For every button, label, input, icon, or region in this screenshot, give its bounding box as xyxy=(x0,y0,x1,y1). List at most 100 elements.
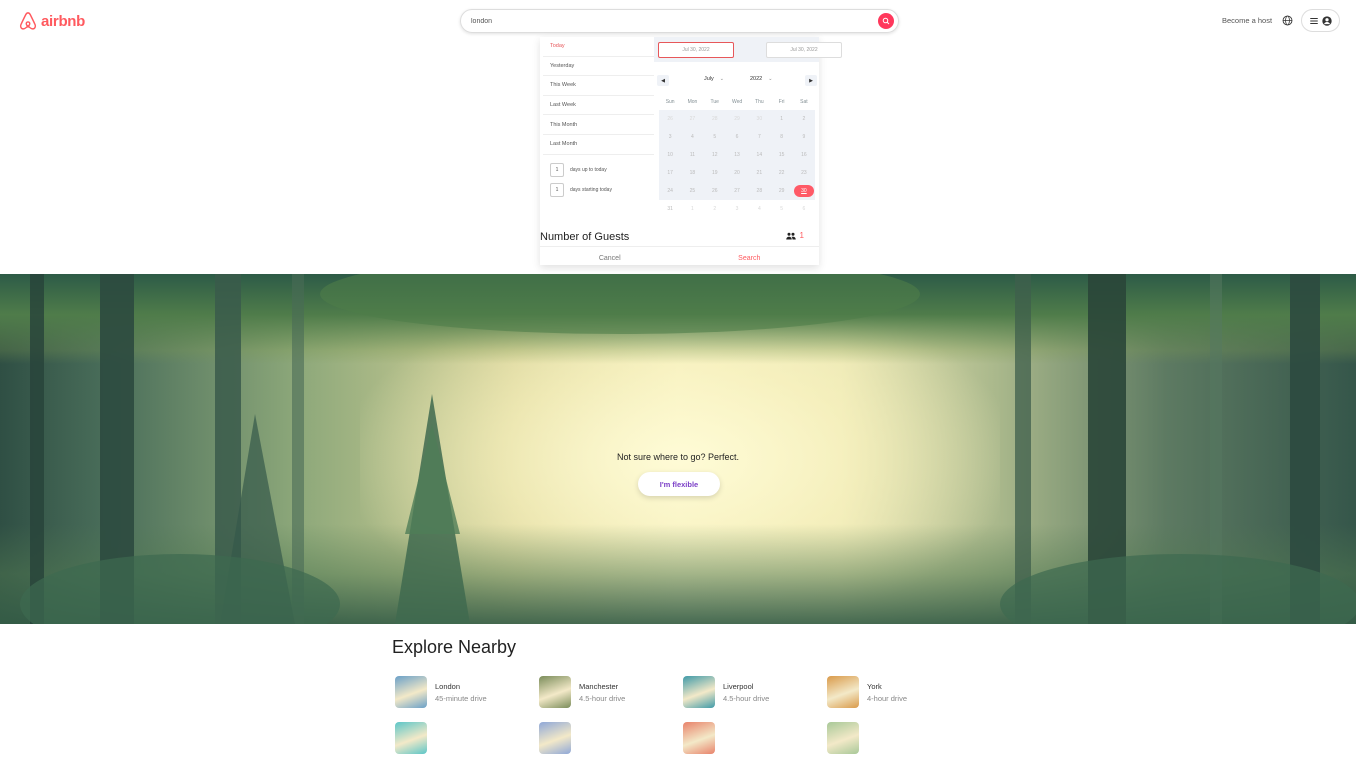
date-range-option[interactable]: This Week xyxy=(543,76,654,96)
calendar-day[interactable]: 3 xyxy=(726,200,748,218)
date-range-option[interactable]: This Month xyxy=(543,115,654,135)
calendar-day-number: 2 xyxy=(802,116,806,122)
search-button[interactable] xyxy=(878,13,894,29)
calendar-day[interactable]: 28 xyxy=(703,110,726,128)
search-input[interactable] xyxy=(471,17,861,25)
search-submit-button[interactable]: Search xyxy=(680,247,820,265)
calendar-day[interactable]: 5 xyxy=(770,200,792,218)
user-menu-button[interactable] xyxy=(1301,9,1340,32)
calendar-day[interactable]: 19 xyxy=(703,164,726,182)
destination-name: York xyxy=(867,682,882,691)
weekday-label: Mon xyxy=(687,99,698,105)
calendar-day[interactable]: 1 xyxy=(681,200,703,218)
calendar-day[interactable]: 11 xyxy=(681,146,704,164)
calendar-day[interactable]: 22 xyxy=(770,164,793,182)
calendar-day[interactable]: 23 xyxy=(792,164,816,182)
start-date-field[interactable]: Jul 30, 2022 xyxy=(658,42,734,58)
weekday-label: Tue xyxy=(710,99,719,105)
calendar-day-number: 23 xyxy=(801,170,807,176)
caret-right-icon: ▶ xyxy=(809,77,813,84)
days-range-input-row: 1 days up to today xyxy=(550,160,654,180)
im-flexible-button[interactable]: I'm flexible xyxy=(638,472,720,496)
calendar-day[interactable]: 4 xyxy=(681,128,704,146)
calendar-day[interactable]: 14 xyxy=(748,146,771,164)
calendar-day[interactable]: 3 xyxy=(659,128,682,146)
calendar-day[interactable]: 28 xyxy=(748,182,771,200)
chevron-down-icon: ⌄ xyxy=(768,76,773,82)
end-date-field[interactable]: Jul 30, 2022 xyxy=(766,42,842,58)
calendar-day[interactable]: 20 xyxy=(725,164,749,182)
calendar-day-number: 7 xyxy=(757,134,761,140)
nearby-destination[interactable]: Liverpool 4.5-hour drive xyxy=(683,676,827,722)
calendar-day[interactable]: 4 xyxy=(748,200,770,218)
calendar-day-number: 25 xyxy=(689,188,696,194)
explore-nearby-title: Explore Nearby xyxy=(392,637,517,657)
calendar-day[interactable]: 6 xyxy=(793,200,815,218)
become-host-link[interactable]: Become a host xyxy=(1222,16,1272,25)
days-count-input[interactable]: 1 xyxy=(550,182,564,197)
calendar-day[interactable]: 2 xyxy=(792,110,816,128)
calendar-day-selected[interactable]: 30 xyxy=(792,182,816,200)
calendar-day[interactable]: 15 xyxy=(770,146,793,164)
calendar-day-number: 8 xyxy=(780,134,784,140)
calendar-day[interactable]: 26 xyxy=(659,110,682,128)
nearby-destination[interactable] xyxy=(827,722,971,768)
calendar-day-number: 5 xyxy=(713,134,717,140)
date-range-option[interactable]: Last Month xyxy=(543,135,654,155)
calendar-day[interactable]: 27 xyxy=(681,110,704,128)
chevron-down-icon: ⌄ xyxy=(719,76,724,82)
calendar-day[interactable]: 25 xyxy=(681,182,704,200)
search-bar[interactable] xyxy=(460,9,899,33)
calendar-day[interactable]: 6 xyxy=(725,128,749,146)
calendar-day[interactable]: 18 xyxy=(681,164,704,182)
calendar-day[interactable]: 30 xyxy=(748,110,771,128)
calendar-day[interactable]: 31 xyxy=(659,200,681,218)
calendar-day[interactable]: 29 xyxy=(770,182,793,200)
calendar-day[interactable]: 17 xyxy=(659,164,682,182)
guests-counter[interactable]: 1 xyxy=(785,231,804,240)
destination-text: York 4-hour drive xyxy=(867,676,907,703)
calendar-day-number: 1 xyxy=(691,206,694,212)
nearby-destination[interactable] xyxy=(539,722,683,768)
year-select[interactable]: 2022 ⌄ xyxy=(750,76,772,82)
nearby-destination[interactable]: Manchester 4.5-hour drive xyxy=(539,676,683,722)
globe-icon[interactable] xyxy=(1282,15,1293,26)
calendar-day[interactable]: 13 xyxy=(725,146,749,164)
prev-month-button[interactable]: ◀ xyxy=(657,75,669,86)
calendar-day-number: 4 xyxy=(691,134,694,140)
calendar-day[interactable]: 27 xyxy=(725,182,749,200)
guests-label: Number of Guests xyxy=(540,231,630,243)
calendar-day[interactable]: 26 xyxy=(703,182,726,200)
date-range-option[interactable]: Yesterday xyxy=(543,57,654,77)
nearby-destination[interactable]: London 45-minute drive xyxy=(395,676,539,722)
calendar-day[interactable]: 29 xyxy=(725,110,749,128)
calendar-day[interactable]: 7 xyxy=(748,128,771,146)
nearby-destination[interactable]: York 4-hour drive xyxy=(827,676,971,722)
calendar-day[interactable]: 1 xyxy=(770,110,793,128)
calendar-day[interactable]: 2 xyxy=(704,200,726,218)
weekday-label: Fri xyxy=(778,99,785,105)
destination-thumbnail xyxy=(827,722,859,754)
days-range-label: days up to today xyxy=(570,166,607,173)
calendar-day-number: 24 xyxy=(667,188,673,194)
next-month-button[interactable]: ▶ xyxy=(805,75,817,86)
days-count-input[interactable]: 1 xyxy=(550,162,564,177)
calendar-day[interactable]: 10 xyxy=(659,146,682,164)
airbnb-logo[interactable]: airbnb xyxy=(18,10,85,32)
calendar-day[interactable]: 24 xyxy=(659,182,682,200)
calendar-day[interactable]: 12 xyxy=(703,146,726,164)
calendar-day[interactable]: 21 xyxy=(748,164,771,182)
calendar-day[interactable]: 16 xyxy=(792,146,816,164)
cancel-button[interactable]: Cancel xyxy=(540,247,680,265)
calendar-day-number: 30 xyxy=(756,116,763,122)
nearby-destination[interactable] xyxy=(683,722,827,768)
calendar-day-number: 14 xyxy=(756,152,763,158)
calendar-day[interactable]: 5 xyxy=(703,128,726,146)
calendar-day[interactable]: 9 xyxy=(792,128,816,146)
calendar-day[interactable]: 8 xyxy=(770,128,793,146)
date-range-option[interactable]: Today xyxy=(543,37,654,57)
date-range-option[interactable]: Last Week xyxy=(543,96,654,116)
month-select[interactable]: July ⌄ xyxy=(704,76,724,82)
users-icon xyxy=(785,232,796,239)
nearby-destination[interactable] xyxy=(395,722,539,768)
